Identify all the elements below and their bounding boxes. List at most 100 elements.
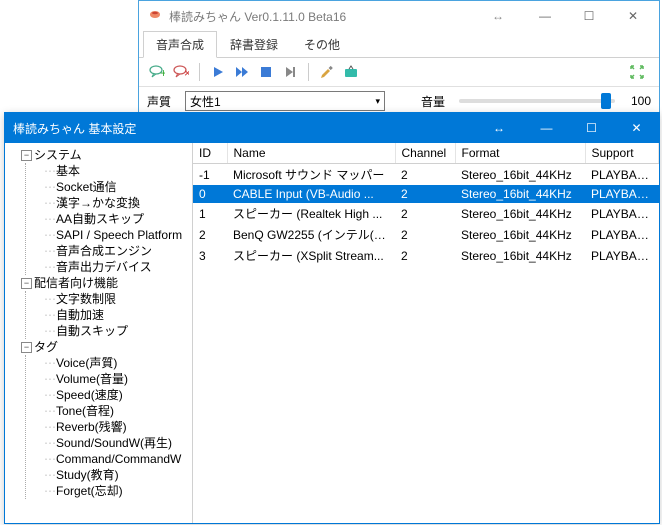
tree-item[interactable]: ⋯Volume(音量): [44, 371, 190, 387]
tab-dictionary[interactable]: 辞書登録: [217, 31, 291, 57]
tree-item[interactable]: −配信者向け機能: [21, 275, 190, 291]
voice-quality-select[interactable]: 女性1 ▾: [185, 91, 385, 111]
tree-leaf-icon: ⋯: [44, 163, 54, 179]
cell-id: 2: [193, 224, 227, 245]
main-minimize-button[interactable]: —: [523, 2, 567, 30]
voice-quality-value: 女性1: [190, 93, 221, 110]
slider-thumb[interactable]: [601, 93, 611, 109]
tree-item[interactable]: ⋯自動加速: [44, 307, 190, 323]
tree-item[interactable]: ⋯Voice(声質): [44, 355, 190, 371]
table-row[interactable]: 1スピーカー (Realtek High ...2Stereo_16bit_44…: [193, 203, 659, 224]
tree-leaf-icon: ⋯: [44, 435, 54, 451]
table-row[interactable]: 2BenQ GW2255 (インテル(R...2Stereo_16bit_44K…: [193, 224, 659, 245]
tree-leaf-icon: ⋯: [44, 371, 54, 387]
settings-title-drag-icon: ↔: [474, 121, 524, 135]
tree-item[interactable]: ⋯AA自動スキップ: [44, 211, 190, 227]
tree-item-label: 自動スキップ: [56, 323, 128, 339]
cell-format: Stereo_16bit_44KHz: [455, 203, 585, 224]
main-maximize-button[interactable]: ☐: [567, 2, 611, 30]
col-id[interactable]: ID: [193, 143, 227, 164]
cell-id: 0: [193, 185, 227, 203]
tree-item[interactable]: −タグ: [21, 339, 190, 355]
voice-quality-label: 声質: [147, 93, 177, 110]
tree-item-label: 基本: [56, 163, 80, 179]
cell-channel: 2: [395, 164, 455, 186]
cell-name: BenQ GW2255 (インテル(R...: [227, 224, 395, 245]
tree-toggle-icon[interactable]: −: [21, 342, 32, 353]
cell-format: Stereo_16bit_44KHz: [455, 185, 585, 203]
settings-maximize-button[interactable]: ☐: [569, 113, 614, 143]
device-table-header-row: ID Name Channel Format Support: [193, 143, 659, 164]
col-support[interactable]: Support: [585, 143, 659, 164]
tree-item[interactable]: ⋯音声合成エンジン: [44, 243, 190, 259]
settings-tree[interactable]: −システム⋯基本⋯Socket通信⋯漢字→かな変換⋯AA自動スキップ⋯SAPI …: [5, 143, 193, 523]
cell-name: スピーカー (Realtek High ...: [227, 203, 395, 224]
tree-leaf-icon: ⋯: [44, 355, 54, 371]
tree-leaf-icon: ⋯: [44, 195, 54, 211]
tab-voice-synthesis[interactable]: 音声合成: [143, 31, 217, 58]
table-row[interactable]: 3スピーカー (XSplit Stream...2Stereo_16bit_44…: [193, 245, 659, 266]
tree-item-label: AA自動スキップ: [56, 211, 144, 227]
balloon-add-icon[interactable]: +: [147, 62, 167, 82]
tree-item[interactable]: ⋯音声出力デバイス: [44, 259, 190, 275]
settings-window: 棒読みちゃん 基本設定 ↔ — ☐ ✕ −システム⋯基本⋯Socket通信⋯漢字…: [4, 112, 660, 524]
main-titlebar[interactable]: 棒読みちゃん Ver0.1.11.0 Beta16 ↔ — ☐ ✕: [139, 1, 659, 31]
settings-minimize-button[interactable]: —: [524, 113, 569, 143]
play-button[interactable]: [208, 62, 228, 82]
cell-name: CABLE Input (VB-Audio ...: [227, 185, 395, 203]
tree-leaf-icon: ⋯: [44, 307, 54, 323]
tree-item[interactable]: ⋯文字数制限: [44, 291, 190, 307]
table-row[interactable]: 0CABLE Input (VB-Audio ...2Stereo_16bit_…: [193, 185, 659, 203]
cell-support: PLAYBACKRATE: [585, 164, 659, 186]
tree-item-label: SAPI / Speech Platform: [56, 227, 182, 243]
tv-button[interactable]: [341, 62, 361, 82]
tree-item[interactable]: ⋯Reverb(残響): [44, 419, 190, 435]
chevron-down-icon: ▾: [375, 96, 380, 107]
tree-item-label: 自動加速: [56, 307, 104, 323]
tree-item[interactable]: ⋯Tone(音程): [44, 403, 190, 419]
cell-format: Stereo_16bit_44KHz: [455, 245, 585, 266]
tab-other[interactable]: その他: [291, 31, 353, 57]
col-channel[interactable]: Channel: [395, 143, 455, 164]
settings-button[interactable]: [317, 62, 337, 82]
tree-toggle-icon[interactable]: −: [21, 278, 32, 289]
tree-item[interactable]: ⋯SAPI / Speech Platform: [44, 227, 190, 243]
stop-button[interactable]: [256, 62, 276, 82]
tree-item[interactable]: ⋯Socket通信: [44, 179, 190, 195]
cell-id: 1: [193, 203, 227, 224]
volume-slider[interactable]: 100: [459, 94, 651, 108]
tree-item[interactable]: ⋯Command/CommandW: [44, 451, 190, 467]
main-close-button[interactable]: ✕: [611, 2, 655, 30]
tree-toggle-icon[interactable]: −: [21, 150, 32, 161]
tree-item[interactable]: ⋯Study(教育): [44, 467, 190, 483]
cell-channel: 2: [395, 224, 455, 245]
fast-forward-button[interactable]: [232, 62, 252, 82]
tree-leaf-icon: ⋯: [44, 211, 54, 227]
table-row[interactable]: -1Microsoft サウンド マッパー2Stereo_16bit_44KHz…: [193, 164, 659, 186]
col-format[interactable]: Format: [455, 143, 585, 164]
tree-leaf-icon: ⋯: [44, 419, 54, 435]
tree-item[interactable]: ⋯漢字→かな変換: [44, 195, 190, 211]
col-name[interactable]: Name: [227, 143, 395, 164]
next-button[interactable]: [280, 62, 300, 82]
svg-text:+: +: [160, 66, 165, 80]
balloon-remove-icon[interactable]: ×: [171, 62, 191, 82]
tree-item-label: 漢字→かな変換: [56, 195, 140, 211]
tree-item[interactable]: ⋯自動スキップ: [44, 323, 190, 339]
tree-item[interactable]: ⋯基本: [44, 163, 190, 179]
main-toolbar: + ×: [139, 58, 659, 87]
settings-close-button[interactable]: ✕: [614, 113, 659, 143]
expand-icon[interactable]: [629, 64, 651, 80]
settings-titlebar[interactable]: 棒読みちゃん 基本設定 ↔ — ☐ ✕: [5, 113, 659, 143]
tree-leaf-icon: ⋯: [44, 467, 54, 483]
settings-title: 棒読みちゃん 基本設定: [13, 120, 136, 137]
tree-item[interactable]: −システム: [21, 147, 190, 163]
cell-format: Stereo_16bit_44KHz: [455, 224, 585, 245]
tree-item[interactable]: ⋯Speed(速度): [44, 387, 190, 403]
main-title-drag-icon: ↔: [473, 9, 523, 23]
voice-quality-row: 声質 女性1 ▾ 音量 100: [139, 87, 659, 115]
tree-item[interactable]: ⋯Sound/SoundW(再生): [44, 435, 190, 451]
tree-item[interactable]: ⋯Forget(忘却): [44, 483, 190, 499]
cell-id: 3: [193, 245, 227, 266]
cell-support: PLAYBACKRATE: [585, 224, 659, 245]
